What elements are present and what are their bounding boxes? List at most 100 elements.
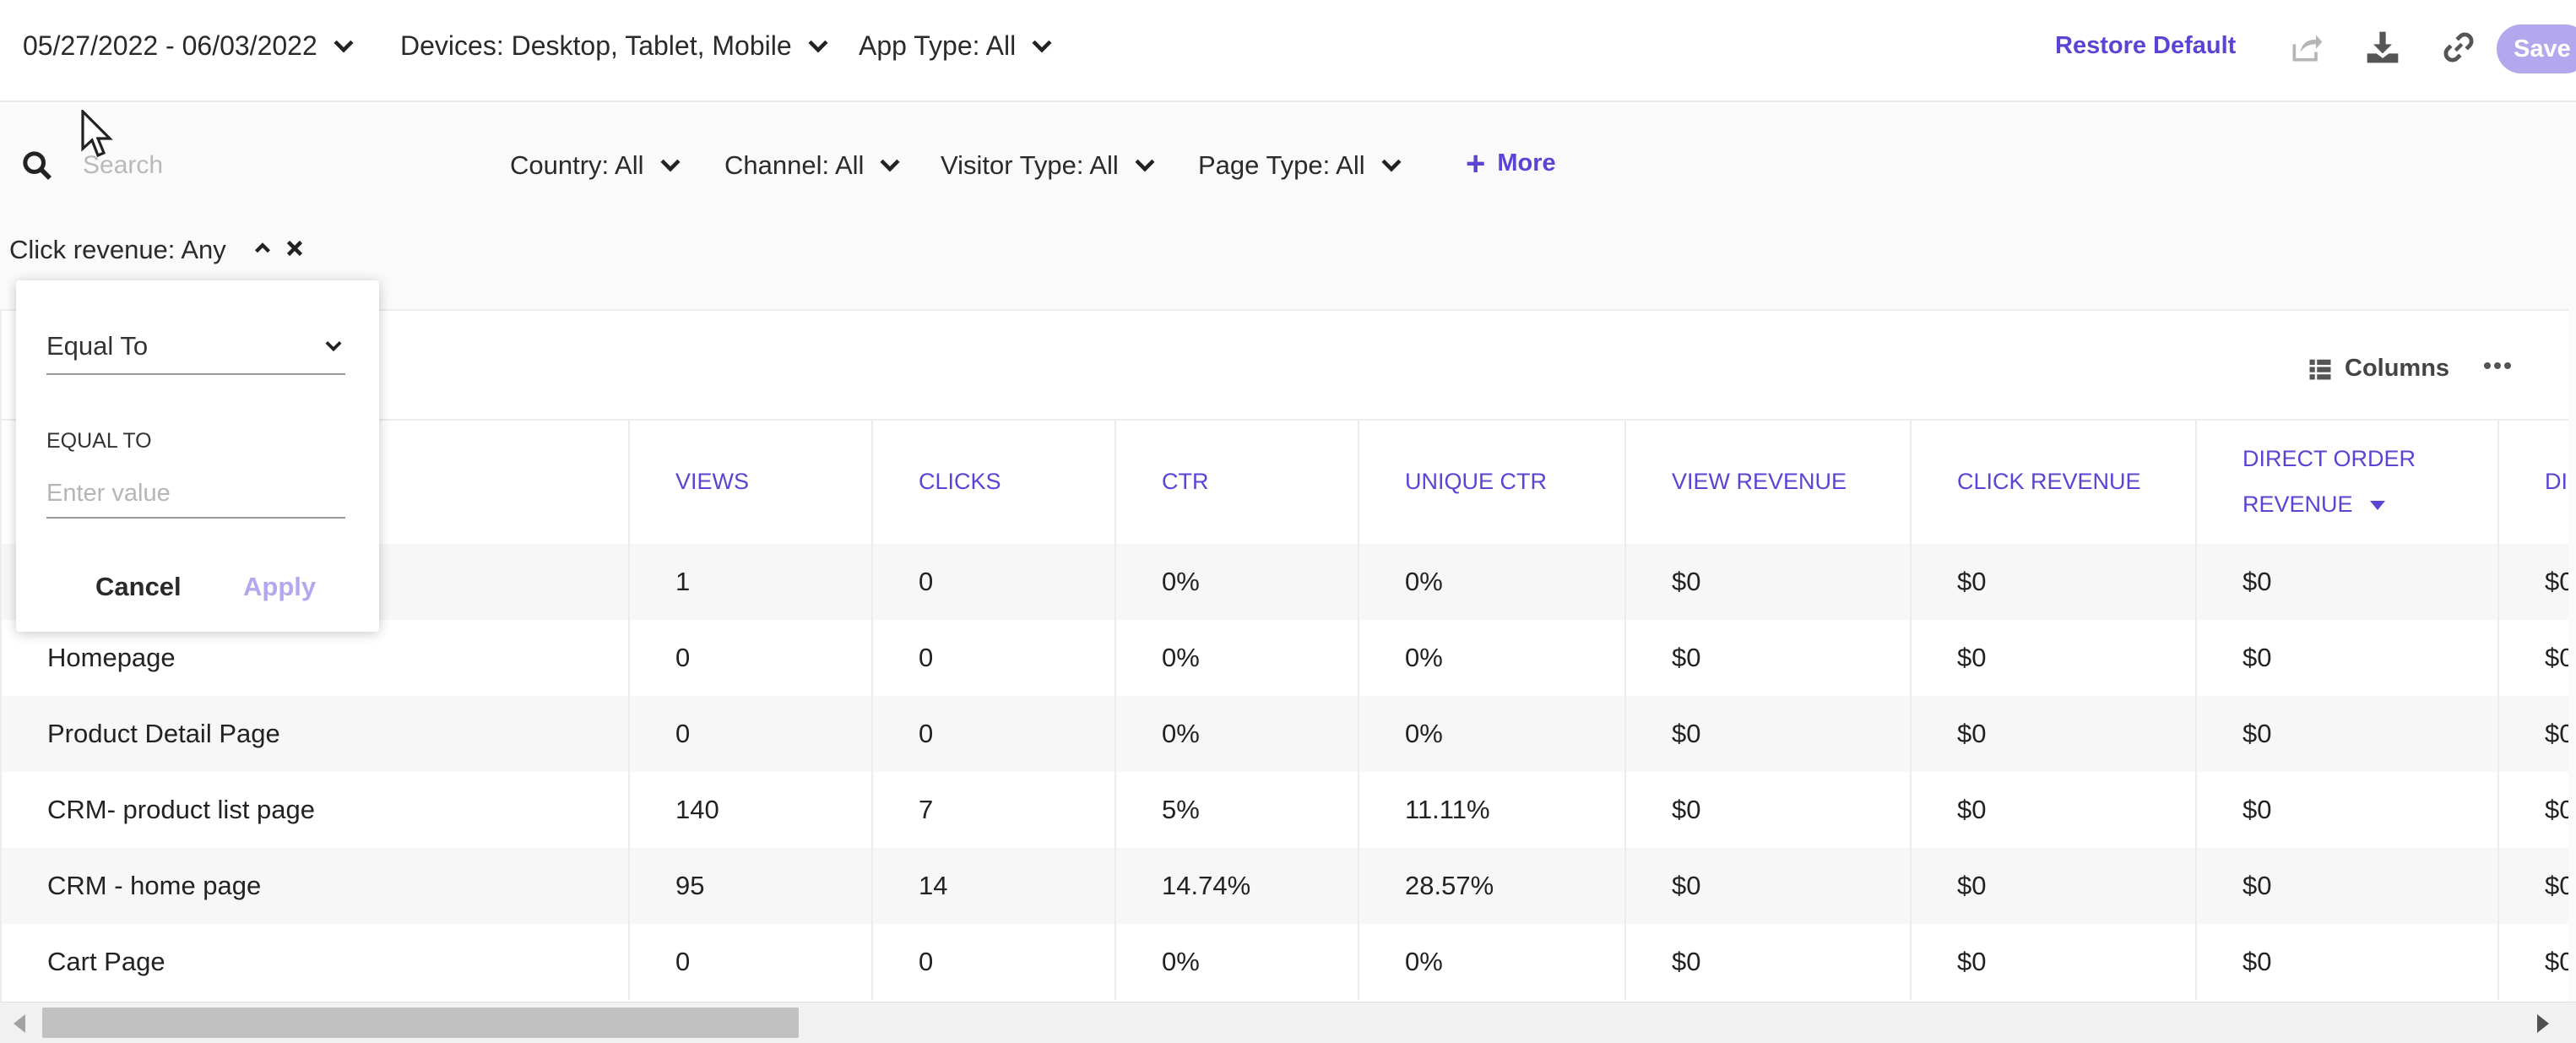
columns-label: Columns (2345, 355, 2450, 382)
scrollbar-thumb[interactable] (42, 1008, 799, 1038)
top-bar: 05/27/2022 - 06/03/2022 Devices: Desktop… (0, 0, 2576, 102)
cell-truncated: $0 (2497, 848, 2568, 924)
cell-truncated: $0 (2497, 696, 2568, 772)
chevron-down-icon (656, 151, 685, 180)
table-toolbar: Columns (2, 311, 2568, 421)
cell-direct-order-revenue: $0 (2195, 696, 2497, 772)
cell-truncated: $0 (2497, 620, 2568, 696)
cell-name: Product Detail Page (47, 719, 280, 748)
download-icon[interactable] (2364, 29, 2401, 66)
column-header-view-revenue[interactable]: VIEW REVENUE (1624, 419, 1910, 544)
cell-ctr: 0% (1114, 924, 1358, 1000)
country-filter[interactable]: Country: All (510, 150, 685, 181)
column-header-unique-ctr[interactable]: UNIQUE CTR (1358, 419, 1624, 544)
app-type-label: App Type: All (859, 30, 1017, 61)
column-header-truncated[interactable]: DI (2497, 419, 2568, 544)
chevron-down-icon (1131, 151, 1159, 180)
share-icon[interactable] (2288, 29, 2325, 66)
cell-unique-ctr: 0% (1358, 544, 1624, 620)
sort-desc-icon (2369, 501, 2385, 511)
save-button[interactable]: Save (2497, 24, 2576, 73)
click-revenue-filter-chip[interactable]: Click revenue: Any (9, 235, 226, 265)
chevron-down-icon (1377, 151, 1406, 180)
cell-ctr: 5% (1114, 772, 1358, 848)
column-header-line-2: REVENUE (2242, 492, 2353, 517)
horizontal-scrollbar[interactable] (0, 1002, 2576, 1043)
scroll-left-arrow-icon[interactable] (14, 1014, 25, 1033)
channel-filter-label: Channel: All (724, 150, 865, 180)
more-filters-button[interactable]: + More (1466, 144, 1556, 182)
table-row[interactable]: CRM - home page951414.74%28.57%$0$0$0$0 (2, 848, 2568, 924)
cell-truncated: $0 (2497, 772, 2568, 848)
cell-ctr: 0% (1114, 696, 1358, 772)
cell-views: 140 (628, 772, 871, 848)
table-row[interactable]: CRM- product list page 140 7 5% 11.11% $0 $0 $0… (2, 772, 2568, 848)
visitor-type-filter-label: Visitor Type: All (941, 150, 1119, 180)
value-input[interactable] (46, 470, 345, 519)
chevron-down-icon (1028, 32, 1056, 61)
table-row[interactable]: Cart Page000%0%$0$0$0$0 (2, 924, 2568, 1000)
table-row[interactable]: 100%0%$0$0$0$0 (2, 544, 2568, 620)
column-header-ctr[interactable]: CTR (1114, 419, 1358, 544)
chevron-down-icon (804, 32, 832, 61)
columns-button[interactable]: Columns (2308, 355, 2449, 383)
table-header: VIEWS CLICKS CTR UNIQUE CTR VIEW REVENUE… (2, 419, 2568, 546)
mouse-cursor-icon (81, 110, 115, 160)
cell-view-revenue: $0 (1624, 924, 1910, 1000)
close-icon[interactable] (282, 236, 307, 261)
link-icon[interactable] (2440, 29, 2477, 66)
cell-unique-ctr: 11.11% (1358, 772, 1624, 848)
more-filters-label: More (1497, 149, 1556, 177)
column-header-views[interactable]: VIEWS (628, 419, 871, 544)
operator-select[interactable]: Equal To (46, 319, 345, 375)
restore-default-button[interactable]: Restore Default (2055, 32, 2236, 60)
click-revenue-filter-label: Click revenue: Any (9, 235, 226, 264)
cell-click-revenue: $0 (1910, 772, 2195, 848)
operator-value: Equal To (46, 331, 149, 361)
cell-unique-ctr: 28.57% (1358, 848, 1624, 924)
cell-name: CRM- product list page (47, 795, 316, 824)
page-type-filter[interactable]: Page Type: All (1198, 150, 1406, 181)
plus-icon: + (1466, 144, 1486, 182)
scroll-right-arrow-icon[interactable] (2537, 1014, 2549, 1033)
report-table-card: Columns VIEWS CLICKS CTR UNIQUE CTR VIEW… (0, 309, 2568, 1003)
cell-unique-ctr: 0% (1358, 696, 1624, 772)
channel-filter[interactable]: Channel: All (724, 150, 904, 181)
cell-views: 95 (628, 848, 871, 924)
cell-clicks: 0 (871, 620, 1114, 696)
cell-view-revenue: $0 (1624, 848, 1910, 924)
cell-click-revenue: $0 (1910, 696, 2195, 772)
chevron-down-icon (329, 32, 358, 61)
search-icon (20, 149, 54, 182)
column-header-direct-order-revenue[interactable]: DIRECT ORDER REVENUE (2195, 419, 2497, 544)
columns-icon (2309, 359, 2331, 379)
apply-button[interactable]: Apply (243, 572, 316, 602)
column-header-clicks[interactable]: CLICKS (871, 419, 1114, 544)
search-input[interactable] (83, 144, 454, 187)
date-range-label: 05/27/2022 - 06/03/2022 (23, 30, 317, 61)
cell-views: 1 (628, 544, 871, 620)
app-type-dropdown[interactable]: App Type: All (859, 30, 1056, 62)
cell-truncated: $0 (2497, 924, 2568, 1000)
visitor-type-filter[interactable]: Visitor Type: All (941, 150, 1159, 181)
cell-click-revenue: $0 (1910, 544, 2195, 620)
more-options-icon[interactable] (2481, 353, 2514, 378)
cell-direct-order-revenue: $0 (2195, 620, 2497, 696)
chevron-down-icon (876, 151, 904, 180)
cell-clicks: 0 (871, 696, 1114, 772)
cell-clicks: 14 (871, 848, 1114, 924)
date-range-dropdown[interactable]: 05/27/2022 - 06/03/2022 (23, 30, 358, 62)
table-row[interactable]: Product Detail Page000%0%$0$0$0$0 (2, 696, 2568, 772)
cell-view-revenue: $0 (1624, 772, 1910, 848)
devices-dropdown[interactable]: Devices: Desktop, Tablet, Mobile (400, 30, 832, 62)
cell-direct-order-revenue: $0 (2195, 772, 2497, 848)
cell-view-revenue: $0 (1624, 544, 1910, 620)
chevron-up-icon[interactable] (250, 236, 275, 261)
cell-direct-order-revenue: $0 (2195, 924, 2497, 1000)
cell-direct-order-revenue: $0 (2195, 848, 2497, 924)
cell-ctr: 0% (1114, 620, 1358, 696)
column-header-click-revenue[interactable]: CLICK REVENUE (1910, 419, 2195, 544)
cell-name: Cart Page (47, 947, 165, 976)
cancel-button[interactable]: Cancel (95, 572, 182, 602)
table-row[interactable]: Homepage000%0%$0$0$0$0 (2, 620, 2568, 696)
